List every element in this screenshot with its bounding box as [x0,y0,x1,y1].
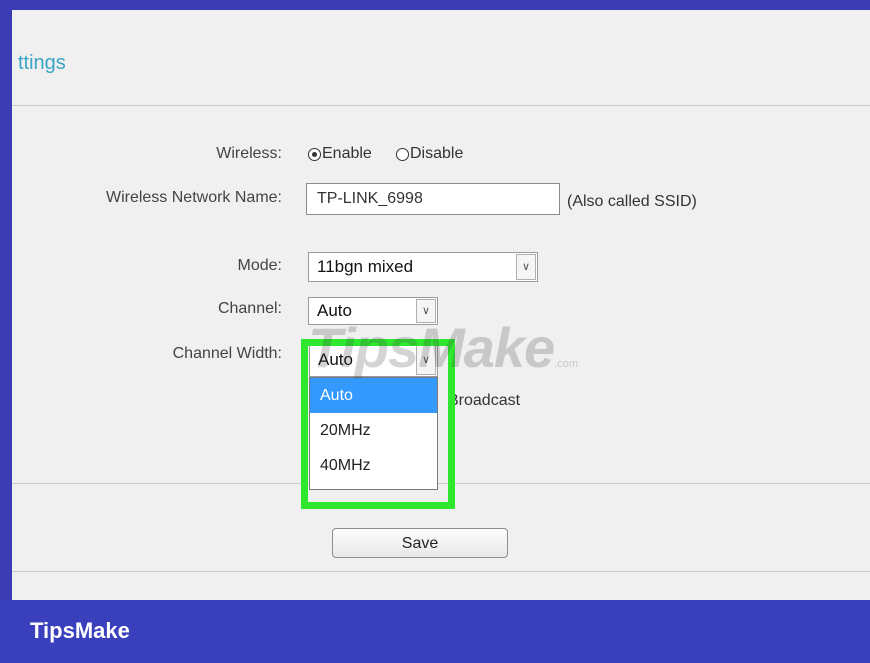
channel-select-value: Auto [317,301,352,320]
header-divider [12,105,870,106]
dropdown-option-40mhz[interactable]: 40MHz [310,448,437,483]
network-name-label: Wireless Network Name: [105,189,282,206]
chevron-down-icon[interactable]: ∨ [516,254,536,280]
disable-radio[interactable] [396,148,409,161]
broadcast-label: Broadcast [448,392,521,409]
wireless-label: Wireless: [216,145,282,162]
mode-select[interactable]: 11bgn mixed ∨ [308,252,538,282]
save-button[interactable]: Save [332,528,508,558]
channel-select[interactable]: Auto ∨ [308,297,438,325]
network-name-input[interactable]: TP-LINK_6998 [306,183,560,215]
disable-radio-label[interactable]: Disable [410,145,463,163]
ssid-note: (Also called SSID) [567,193,697,210]
dropdown-option-20mhz[interactable]: 20MHz [310,413,437,448]
channel-width-dropdown: Auto 20MHz 40MHz [309,377,438,490]
enable-radio-label[interactable]: Enable [322,145,372,163]
footer-brand: TipsMake [30,618,130,643]
watermark-suffix: .com [554,358,579,370]
footer-divider [12,571,870,572]
mode-label: Mode: [237,257,282,274]
channel-label: Channel: [217,300,282,317]
section-title: ttings [18,52,66,74]
window-frame-top [0,0,870,10]
dropdown-option-auto[interactable]: Auto [310,378,437,413]
window-frame-left [0,0,12,600]
footer-banner: TipsMake [0,600,870,663]
settings-panel: ttings Wireless: Enable Disable Wireless… [12,10,870,600]
enable-radio[interactable] [308,148,321,161]
channel-width-label: Channel Width: [172,345,282,362]
chevron-down-icon[interactable]: ∨ [416,299,436,323]
mode-select-value: 11bgn mixed [317,257,414,276]
